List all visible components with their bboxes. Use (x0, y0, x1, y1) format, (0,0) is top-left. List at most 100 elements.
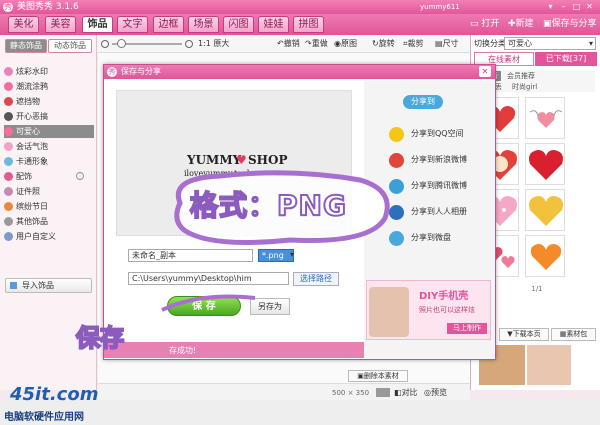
sidebar-item-cute-heart[interactable]: 可爱心 (4, 125, 94, 138)
tab-collage[interactable]: 拼图 (293, 16, 324, 33)
ad-portrait (369, 287, 409, 337)
yellow-heart-icon (529, 196, 563, 226)
username[interactable]: yummy611 (420, 2, 460, 12)
tab-scene[interactable]: 场景 (188, 16, 219, 33)
undo-icon: ↶ (277, 39, 284, 48)
minimize-icon[interactable]: – (558, 2, 569, 12)
dialog-close-icon[interactable]: ✕ (479, 66, 491, 77)
save-share-button[interactable]: ▣保存与分享 (543, 17, 597, 32)
lips-icon (4, 82, 13, 91)
original-icon: ◉ (334, 39, 341, 48)
save-path-input[interactable]: C:\Users\yummy\Desktop\him (128, 272, 289, 285)
redo-button[interactable]: ↷重做 (305, 38, 328, 50)
mustache-icon (4, 112, 13, 121)
chevron-down-icon[interactable]: ▾ (290, 250, 294, 259)
undo-button[interactable]: ↶撤销 (277, 38, 300, 50)
tab-flash[interactable]: 闪图 (223, 16, 254, 33)
sidebar-item-id-photo[interactable]: 证件照 (4, 185, 94, 198)
tab-frame[interactable]: 边框 (153, 16, 184, 33)
actual-size-button[interactable]: 1:1 原大 (198, 38, 229, 50)
zoom-in-icon[interactable] (185, 40, 193, 48)
tab-beautify[interactable]: 美化 (8, 16, 39, 33)
tab-static-accessories[interactable]: 静态饰品 (5, 39, 47, 53)
author-link[interactable]: 时尚girl (512, 82, 537, 92)
portrait-thumbnail[interactable] (527, 345, 571, 385)
share-sina-weibo-button[interactable]: 分享到新浪微博 (385, 150, 489, 170)
diy-phone-case-ad[interactable]: DIY手机壳 照片也可以这样炫 马上制作 (366, 280, 491, 340)
preview-shop-name: YUMMY (187, 153, 242, 167)
qzone-icon (389, 127, 404, 142)
dialog-title: 保存与分享 (121, 67, 161, 76)
reset-button[interactable]: ◉原图 (334, 38, 357, 50)
exif-icon[interactable] (376, 388, 390, 397)
zoom-slider-handle[interactable] (117, 39, 126, 48)
heart-thumbnail[interactable] (525, 97, 565, 139)
redo-icon: ↷ (305, 39, 312, 48)
heart-thumbnail[interactable] (525, 143, 565, 185)
watermark-subtitle: 电脑软硬件应用网 (4, 412, 84, 423)
other-icon (4, 217, 13, 226)
tab-doll[interactable]: 娃娃 (258, 16, 289, 33)
filter-member[interactable]: 会员推荐 (507, 71, 535, 81)
winged-heart-icon (529, 110, 563, 128)
sidebar-item-custom[interactable]: 用户自定义 (4, 230, 94, 243)
pagination: 1/1 (531, 285, 543, 293)
share-qzone-button[interactable]: 分享到QQ空间 (385, 124, 489, 144)
share-renren-button[interactable]: 分享到人人相册 (385, 202, 489, 222)
sidebar-item-other[interactable]: 其他饰品 (4, 215, 94, 228)
sidebar-item-funny[interactable]: 开心恶搞 (4, 110, 94, 123)
material-pack-button[interactable]: ▦素材包 (551, 328, 596, 341)
format-select[interactable]: *.png (258, 249, 294, 262)
delete-material-button[interactable]: ▣删除本素材 (348, 370, 408, 382)
user-icon (4, 232, 13, 241)
sidebar-item-cover[interactable]: 遮挡物 (4, 95, 94, 108)
zoom-out-icon[interactable] (101, 40, 109, 48)
tab-downloaded[interactable]: 已下载[37] (535, 52, 597, 66)
resize-button[interactable]: ▤尺寸 (435, 38, 459, 50)
app-logo: 秀 (3, 2, 13, 12)
mask-icon (4, 97, 13, 106)
new-button[interactable]: ✚新建 (508, 17, 534, 32)
resize-icon: ▤ (435, 39, 443, 48)
category-select[interactable]: 可爱心 ▾ (504, 37, 596, 50)
bubble-icon (4, 142, 13, 151)
menu-icon[interactable]: ▾ (545, 2, 556, 12)
compare-button[interactable]: ◧对比 (394, 388, 418, 398)
tab-accessories[interactable]: 饰品 (82, 16, 113, 33)
dialog-title-bar: 秀 保存与分享 ✕ (104, 65, 495, 79)
window-title: 美图秀秀 3.1.6 (17, 2, 79, 12)
download-page-button[interactable]: ▼下载本页 (499, 328, 549, 341)
filter-bar: 最新 会员推荐 怡丢丢 时尚girl (479, 70, 595, 92)
tab-beauty[interactable]: 美容 (45, 16, 76, 33)
preview-button[interactable]: ◎预览 (424, 388, 447, 398)
save-annotation-text: 保存 (75, 323, 125, 353)
maximize-icon[interactable]: □ (571, 2, 582, 12)
dialog-status-bar: 存成功! (104, 342, 364, 358)
sidebar-item-doodle[interactable]: 潮流涂鸦 (4, 80, 94, 93)
ad-make-now-button[interactable]: 马上制作 (447, 323, 487, 334)
info-icon[interactable] (76, 172, 84, 180)
rotate-button[interactable]: ↻旋转 (372, 38, 395, 50)
open-button[interactable]: ▭ 打开 (470, 17, 499, 32)
share-weipan-button[interactable]: 分享到微盘 (385, 228, 489, 248)
sidebar-item-festival[interactable]: 缤纷节日 (4, 200, 94, 213)
tab-text[interactable]: 文字 (117, 16, 148, 33)
share-header: 分享到 (403, 95, 443, 109)
heart-thumbnail[interactable] (525, 235, 565, 277)
heart-thumbnail[interactable] (525, 189, 565, 231)
close-icon[interactable]: ✕ (584, 2, 595, 12)
site-watermark: 45it.com 电脑软硬件应用网 (4, 384, 122, 423)
filename-input[interactable]: 未命名_副本 (128, 249, 253, 262)
import-icon (10, 282, 17, 289)
share-tencent-weibo-button[interactable]: 分享到腾讯微博 (385, 176, 489, 196)
chevron-down-icon: ▾ (588, 39, 593, 48)
sidebar-item-cartoon[interactable]: 卡通形象 (4, 155, 94, 168)
crop-button[interactable]: ⌗裁剪 (403, 38, 424, 50)
choose-path-button[interactable]: 选择路径 (293, 272, 339, 286)
sidebar-item-watermark[interactable]: 炫彩水印 (4, 65, 94, 78)
sidebar-item-speech-bubble[interactable]: 会话气泡 (4, 140, 94, 153)
preview-shop-suffix: SHOP (248, 153, 288, 167)
sidebar-item-ornament[interactable]: 配饰 (4, 170, 94, 183)
tab-dynamic-accessories[interactable]: 动态饰品 (48, 39, 92, 53)
import-accessory-button[interactable]: 导入饰品 (5, 278, 92, 293)
